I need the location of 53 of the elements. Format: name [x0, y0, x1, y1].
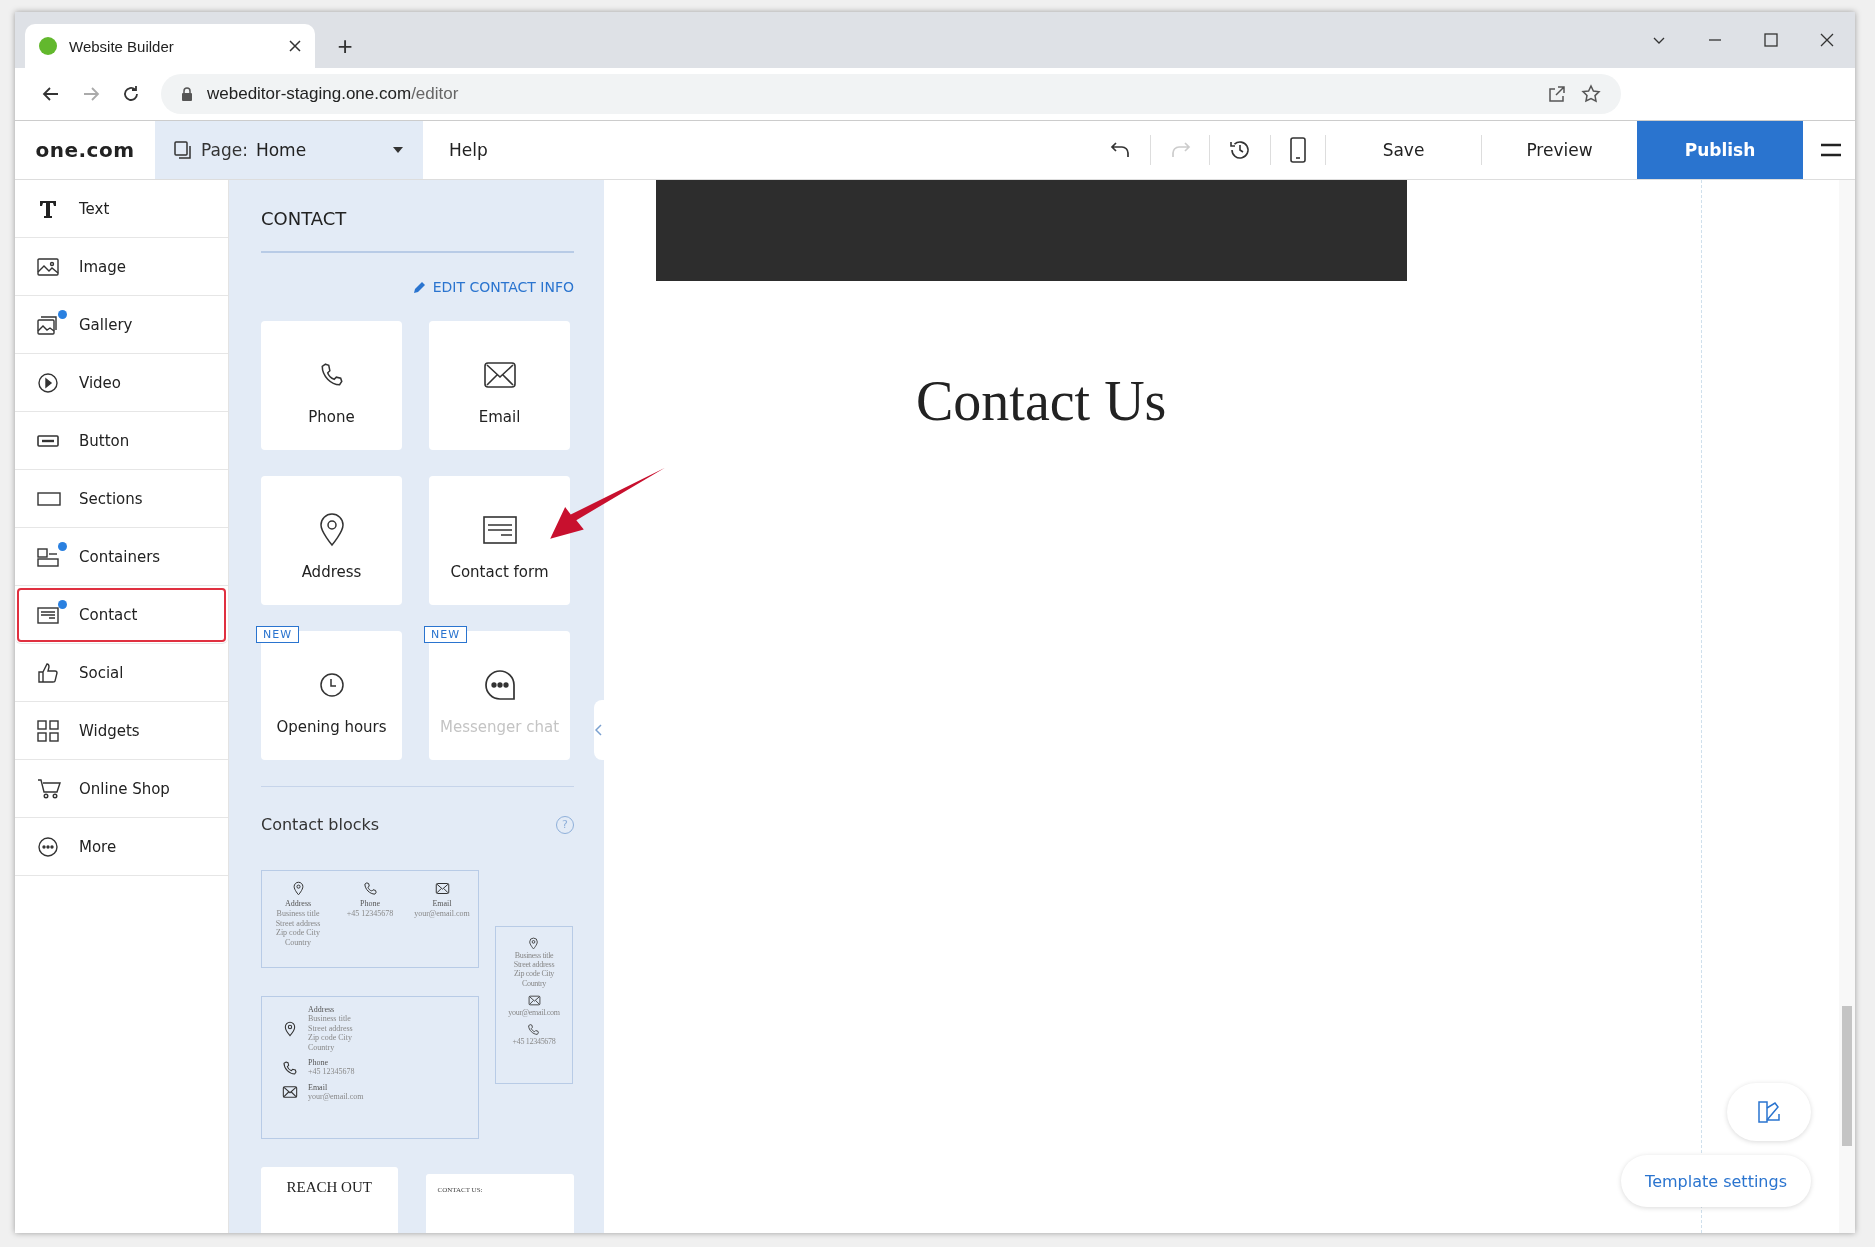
thumbnail-label: Email	[432, 899, 452, 908]
thumbnail-text: Business title Street address Zip code City Country	[513, 951, 555, 988]
contact-tile[interactable]: Address	[261, 476, 402, 605]
sidebar-item[interactable]: Online Shop	[15, 760, 228, 818]
contact-block-thumbnail[interactable]: REACH OUT	[261, 1167, 398, 1233]
logo[interactable]: one.com	[15, 138, 155, 162]
contact-block-thumbnail[interactable]: Address Business title Street address Zip code City Country Phone +45 12345678 Email your@email.com	[261, 870, 479, 968]
save-button[interactable]: Save	[1326, 139, 1481, 161]
url-text: webeditor-staging.one.com/editor	[207, 84, 459, 104]
browser-tab[interactable]: Website Builder	[25, 24, 315, 68]
new-badge: NEW	[424, 626, 468, 643]
edit-contact-info-link[interactable]: EDIT CONTACT INFO	[261, 279, 574, 295]
thumbnail-text: your@email.com	[414, 909, 470, 919]
help-button[interactable]: Help	[443, 139, 494, 161]
thumbnail-label: Address	[284, 899, 312, 908]
contact-tile[interactable]: Contact form	[429, 476, 570, 605]
thumbnail-text: Business title Street address Zip code City Country	[308, 1014, 353, 1053]
sidebar-item[interactable]: Image	[15, 238, 228, 296]
sidebar-item[interactable]: Social	[15, 644, 228, 702]
thumbnail-text: +45 12345678	[346, 909, 394, 919]
thumbnail-text: your@email.com	[508, 1007, 560, 1017]
thumbnail-label: Email	[308, 1082, 329, 1092]
sidebar-item[interactable]: Containers	[15, 528, 228, 586]
publish-button[interactable]: Publish	[1637, 121, 1803, 179]
panel-title: CONTACT	[261, 208, 348, 229]
new-badge: NEW	[256, 626, 300, 643]
sidebar-item[interactable]: More	[15, 818, 228, 876]
thumbnail-label: Phone	[360, 899, 380, 908]
thumbnail-heading: REACH OUT	[286, 1179, 372, 1197]
sidebar-item[interactable]: Video	[15, 354, 228, 412]
thumbnail-label: Phone	[308, 1058, 329, 1068]
thumbnail-text: +45 12345678	[512, 1036, 556, 1047]
template-settings-button[interactable]: Template settings	[1621, 1155, 1811, 1207]
preview-button[interactable]: Preview	[1482, 139, 1637, 161]
thumbnail-text: +45 12345678	[308, 1067, 355, 1077]
contact-tile[interactable]: Phone	[261, 321, 402, 450]
thumbnail-label: Address	[308, 1005, 336, 1014]
sidebar-item[interactable]: Widgets	[15, 702, 228, 760]
page-selector[interactable]: Page: Home	[155, 121, 423, 179]
thumbnail-text: your@email.com	[308, 1091, 364, 1102]
sidebar-item[interactable]: Contact	[15, 586, 228, 644]
section-title: Contact blocks	[261, 815, 380, 834]
new-tab-button[interactable]: +	[323, 24, 367, 68]
contact-block-thumbnail[interactable]: Address Business title Street address Zip code City Country Phone +45 12345678 Email your@email.com	[261, 996, 479, 1139]
sidebar-item[interactable]: Button	[15, 412, 228, 470]
contact-tile[interactable]: Email	[429, 321, 570, 450]
address-field[interactable]: webeditor-staging.one.com/editor	[161, 74, 1621, 114]
page-heading: Contact Us	[916, 369, 1168, 433]
sidebar-item[interactable]: Gallery	[15, 296, 228, 354]
sidebar-item[interactable]: Text	[15, 180, 228, 238]
thumbnail-text: Business title Street address Zip code City Country	[275, 909, 321, 948]
tab-title: Website Builder	[69, 37, 175, 55]
sidebar-item[interactable]: Sections	[15, 470, 228, 528]
